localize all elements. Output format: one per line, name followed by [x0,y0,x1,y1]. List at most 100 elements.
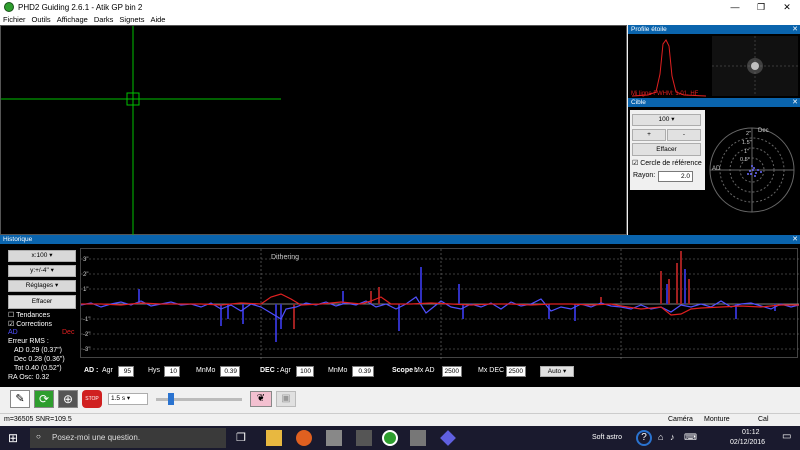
clock-date[interactable]: 02/12/2016 [730,439,765,446]
target-title: Cible [631,99,646,106]
close-button[interactable]: ✕ [774,0,800,14]
menu-signets[interactable]: Signets [116,15,147,24]
keyboard-icon[interactable]: ⌨ [684,432,697,443]
ring-label-2: 2" [746,131,751,137]
menu-affichage[interactable]: Affichage [54,15,91,24]
target-close-icon[interactable]: ✕ [792,98,798,107]
radius-input[interactable]: 2.0 [658,171,693,182]
status-text: m=36505 SNR=109.5 [4,416,72,423]
windows-taskbar: ⊞ ○ Posez-moi une question. ❐ Soft astro… [0,426,800,450]
ring-label-1-5: 1.5" [742,140,752,146]
help-icon[interactable]: ? [636,430,652,446]
dec-mnmo-input[interactable]: 0.39 [352,366,374,377]
profile-title: Profile étoile [631,26,667,33]
dec-agr-input[interactable]: 100 [296,366,314,377]
history-clear-button[interactable]: Effacer [8,295,76,309]
zoom-out-button[interactable]: - [667,129,701,141]
crosshair [1,26,281,236]
ra-agr-input[interactable]: 95 [118,366,134,377]
dec-params-label: DEC : [260,367,280,374]
menu-darks[interactable]: Darks [91,15,117,24]
start-icon[interactable]: ⊞ [8,430,24,446]
target-panel: Cible ✕ 100 ▾ + - Effacer ☑ Cercle de ré… [628,98,800,235]
hys-input[interactable]: 10 [164,366,180,377]
search-box[interactable]: ○ Posez-moi une question. [30,428,226,448]
ra-osc: RA Osc: 0.32 [8,374,50,381]
minimize-button[interactable]: — [722,0,748,14]
corrections-checkbox[interactable]: ☑ Corrections [8,320,52,328]
dec-line [81,293,799,316]
max-ra-input[interactable]: 2500 [442,366,462,377]
network-icon[interactable]: ⌂ [658,432,663,442]
menu-fichier[interactable]: Fichier [0,15,29,24]
fwhm-text: Mi ligne FWHM: 1.01, HF [631,91,699,97]
maximize-button[interactable]: ❐ [748,0,774,14]
loop-icon[interactable]: ⟳ [34,390,54,408]
rms-title: Erreur RMS : [8,338,49,345]
history-graph: 3" 2" 1" -1" -2" -3" Dithering [80,248,800,359]
app-icon-1[interactable] [326,430,342,446]
brain-icon[interactable]: ❦ [250,391,272,407]
ylabel-2: 2" [83,272,88,278]
status-camera: Caméra [668,416,693,423]
max-dec-label: Mx DEC [478,367,505,374]
zoom-in-button[interactable]: + [632,129,666,141]
gamma-slider-thumb[interactable] [168,393,174,405]
task-view-icon[interactable]: ❐ [236,430,252,446]
notifications-icon[interactable]: ▭ [782,431,791,442]
trends-label: Tendances [16,312,50,319]
settings-select[interactable]: Réglages ▾ [8,280,76,292]
ra-line [80,296,800,320]
ref-circle-checkbox[interactable]: ☑ Cercle de référence [632,159,702,167]
max-dec-input[interactable]: 2500 [506,366,526,377]
ra-agr-label: Agr [102,367,113,374]
app-icon-4[interactable] [440,430,456,446]
menu-bar: Fichier Outils Affichage Darks Signets A… [0,14,800,25]
radius-label: Rayon: [633,172,656,179]
target-scale-select[interactable]: 100 ▾ [632,114,701,126]
profile-graph: Mi ligne FWHM: 1.01, HF [631,36,798,97]
guide-icon[interactable]: ⊕ [58,390,78,408]
hys-label: Hys [148,367,161,374]
camera-settings-icon[interactable]: ▣ [276,391,296,407]
menu-aide[interactable]: Aide [147,15,168,24]
tray-label: Soft astro [592,434,622,441]
rms-dec: Dec 0.28 (0.36") [14,356,65,363]
stop-icon[interactable]: STOP [82,390,102,408]
trends-checkbox[interactable]: ☐ Tendances [8,311,50,319]
target-controls: 100 ▾ + - Effacer ☑ Cercle de référence … [630,110,705,190]
history-title-bar: Historique ✕ [0,235,800,244]
ra-params-label: AD : [84,367,99,374]
ring-label-0-5: 0.5" [740,157,750,163]
firefox-icon[interactable] [296,430,312,446]
volume-icon[interactable]: ♪ [670,432,675,442]
target-clear-button[interactable]: Effacer [632,143,701,156]
ring-label-1: 1" [744,149,749,155]
app-icon-2[interactable] [356,430,372,446]
dithering-label: Dithering [271,254,299,261]
yscale-select[interactable]: y:+/-4" ▾ [8,265,76,277]
dec-mode-select[interactable]: Auto ▾ [540,366,574,377]
explorer-icon[interactable] [266,430,282,446]
ylabel-neg3: -3" [83,347,90,353]
clock-time[interactable]: 01:12 [742,429,760,436]
use-camera-icon[interactable]: ✎ [10,390,30,408]
xscale-select[interactable]: x:100 ▾ [8,250,76,262]
app-icon-3[interactable] [410,430,426,446]
phd2-taskbar-icon[interactable] [382,430,398,446]
history-controls: x:100 ▾ y:+/-4" ▾ Réglages ▾ Effacer ☐ T… [4,248,78,388]
main-toolbar: ✎ ⟳ ⊕ STOP 1.5 s ▾ ❦ ▣ [0,387,800,411]
ra-mnmo-input[interactable]: 0.39 [220,366,240,377]
target-ra-label: AD [712,166,721,172]
max-ra-label: Mx AD [414,367,435,374]
menu-outils[interactable]: Outils [29,15,54,24]
profile-close-icon[interactable]: ✕ [792,25,798,34]
window-title: PHD2 Guiding 2.6.1 - Atik GP bin 2 [18,2,143,12]
rms-ra: AD 0.29 (0.37") [14,347,63,354]
history-close-icon[interactable]: ✕ [792,235,798,244]
ref-circle-label: Cercle de référence [640,160,702,167]
exposure-select[interactable]: 1.5 s ▾ [108,393,148,405]
camera-view[interactable] [0,25,627,236]
status-mount: Monture [704,416,730,423]
search-icon: ○ [36,432,41,441]
